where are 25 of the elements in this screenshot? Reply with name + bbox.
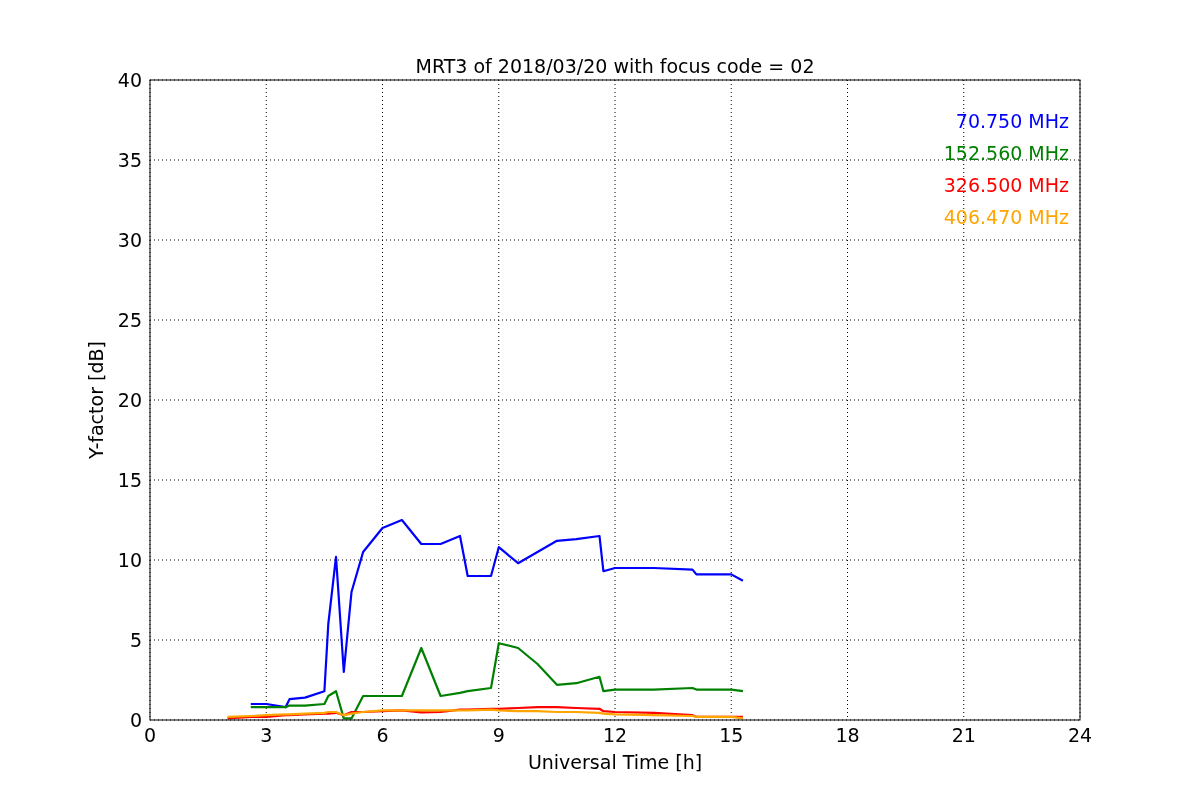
legend-label: 326.500 MHz xyxy=(943,174,1069,196)
y-axis-label: Y-factor [dB] xyxy=(85,341,107,459)
x-tick-label: 15 xyxy=(719,724,744,746)
y-tick-label: 5 xyxy=(129,629,142,651)
x-axis-label: Universal Time [h] xyxy=(527,751,703,773)
x-tick-label: 3 xyxy=(260,724,273,746)
y-tick-label: 30 xyxy=(117,229,142,251)
x-tick-label: 9 xyxy=(492,724,505,746)
x-tick-label: 21 xyxy=(951,724,976,746)
y-tick-label: 15 xyxy=(117,469,142,491)
legend-label: 152.560 MHz xyxy=(943,142,1069,164)
chart-title: MRT3 of 2018/03/20 with focus code = 02 xyxy=(415,55,815,77)
x-tick-label: 24 xyxy=(1067,724,1093,746)
x-tick-label: 12 xyxy=(602,724,628,746)
x-tick-label: 18 xyxy=(835,724,860,746)
y-tick-label: 40 xyxy=(117,69,142,91)
y-tick-label: 25 xyxy=(117,309,142,331)
x-tick-label: 0 xyxy=(143,724,157,746)
y-tick-label: 0 xyxy=(129,709,142,731)
y-tick-label: 35 xyxy=(117,149,142,171)
x-tick-label: 6 xyxy=(376,724,389,746)
legend-label: 70.750 MHz xyxy=(955,110,1069,132)
y-tick-label: 20 xyxy=(117,389,142,411)
legend-label: 406.470 MHz xyxy=(943,206,1069,228)
y-tick-label: 10 xyxy=(117,549,142,571)
